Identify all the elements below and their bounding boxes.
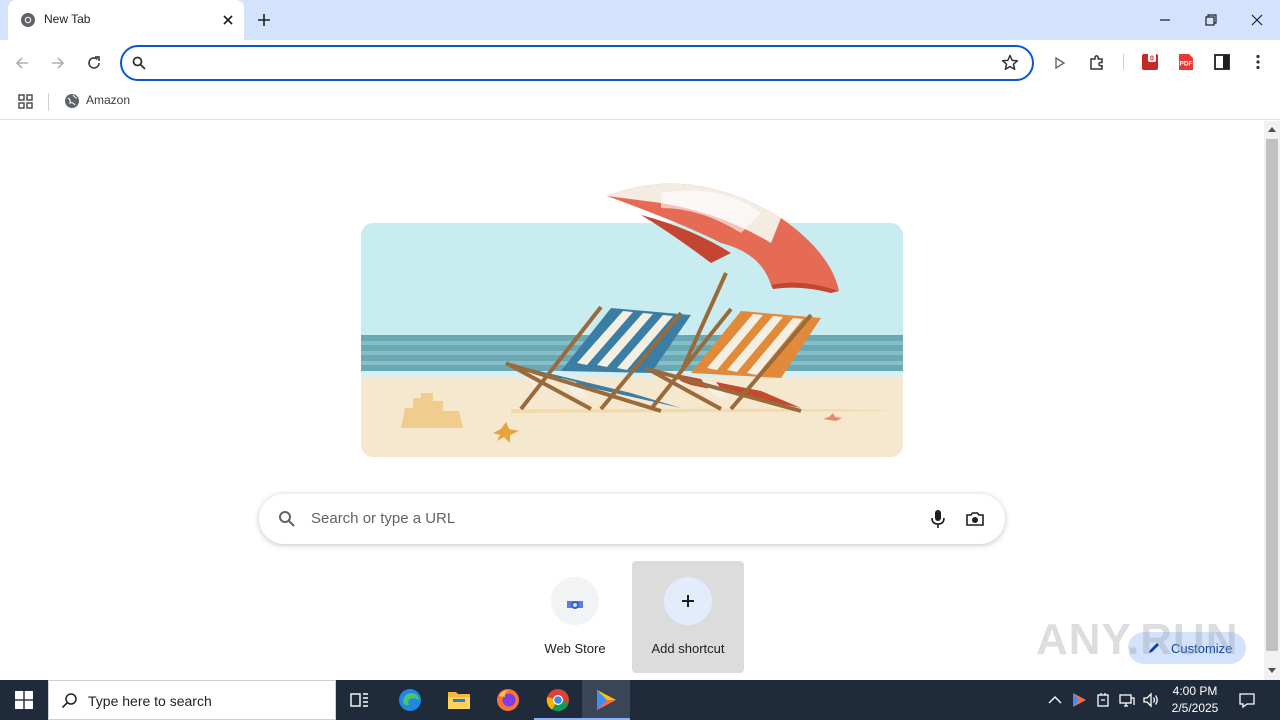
edge-icon <box>398 688 422 712</box>
toolbar: 0 PDF <box>0 40 1280 86</box>
taskbar-media-player[interactable] <box>582 680 630 720</box>
shortcut-add[interactable]: Add shortcut <box>632 561 744 673</box>
taskbar-chrome[interactable] <box>534 680 582 720</box>
taskbar-search-box[interactable]: Type here to search <box>48 680 336 720</box>
search-icon <box>278 510 296 528</box>
bookmarks-bar: Amazon <box>0 86 1280 120</box>
clock-date[interactable]: 2/5/2025 <box>1160 701 1230 715</box>
tab-title: New Tab <box>44 12 91 26</box>
notification-icon[interactable] <box>1238 691 1256 709</box>
restore-icon[interactable] <box>1201 10 1221 30</box>
toolbar-divider <box>1123 54 1124 70</box>
shortcut-label: Web Store <box>544 641 606 656</box>
scrollbar-thumb[interactable] <box>1266 139 1278 651</box>
add-shortcut-tile <box>664 577 712 625</box>
clock-time[interactable]: 4:00 PM <box>1160 684 1230 698</box>
search-placeholder: Search or type a URL <box>311 510 456 527</box>
close-window-icon[interactable] <box>1247 10 1267 30</box>
back-icon[interactable] <box>12 53 32 73</box>
scroll-up-arrow-icon[interactable] <box>1267 125 1277 133</box>
play-store-icon <box>594 688 618 712</box>
microphone-icon[interactable] <box>929 508 947 530</box>
shortcut-web-store[interactable]: Web Store <box>519 561 631 673</box>
ntp-search-box[interactable]: Search or type a URL <box>259 494 1005 544</box>
new-tab-page: Search or type a URL Web Store Add short… <box>0 121 1264 680</box>
chevron-up-icon[interactable] <box>1046 691 1064 709</box>
svg-text:PDF: PDF <box>1180 61 1193 68</box>
tab-strip: New Tab <box>0 0 1280 40</box>
media-extension-icon[interactable] <box>1050 53 1070 73</box>
taskbar-search-placeholder: Type here to search <box>88 693 212 709</box>
windows-start-icon[interactable] <box>15 691 33 709</box>
beach-doodle-image[interactable] <box>361 183 903 457</box>
taskbar-file-explorer[interactable] <box>435 680 483 720</box>
scroll-down-arrow-icon[interactable] <box>1267 667 1277 675</box>
reload-icon[interactable] <box>84 53 104 73</box>
vertical-scrollbar[interactable] <box>1264 121 1280 680</box>
speaker-icon[interactable] <box>1142 691 1160 709</box>
search-icon <box>61 692 78 709</box>
forward-icon[interactable] <box>48 53 68 73</box>
taskbar-firefox[interactable] <box>484 680 532 720</box>
firefox-icon <box>496 688 520 712</box>
network-icon[interactable] <box>1118 691 1136 709</box>
task-view-button[interactable] <box>336 680 384 720</box>
web-store-icon <box>565 593 585 613</box>
tab-new-tab[interactable]: New Tab <box>8 0 244 40</box>
tray-app-icon[interactable] <box>1070 691 1088 709</box>
more-menu-icon[interactable] <box>1248 52 1268 72</box>
taskbar-edge[interactable] <box>386 680 434 720</box>
new-tab-icon[interactable] <box>254 10 274 30</box>
pdf-extension-icon[interactable]: PDF <box>1176 52 1196 72</box>
chrome-icon <box>546 688 570 712</box>
shortcut-label: Add shortcut <box>651 641 725 656</box>
bookmark-star-icon[interactable] <box>1000 53 1020 73</box>
folder-icon <box>447 689 471 711</box>
tray-device-icon[interactable] <box>1094 691 1112 709</box>
side-panel-icon[interactable] <box>1212 52 1232 72</box>
bookmark-amazon-label: Amazon <box>86 93 131 107</box>
shield-extension-icon[interactable]: 0 <box>1140 52 1160 72</box>
search-icon <box>132 56 146 70</box>
camera-lens-icon[interactable] <box>965 509 985 529</box>
plus-icon <box>678 591 698 611</box>
watermark-text: ANY.RUN <box>1036 615 1239 664</box>
close-tab-icon[interactable] <box>220 12 236 28</box>
windows-taskbar: Type here to search 4:00 PM 2/5/2025 <box>0 680 1280 720</box>
bookmarks-divider <box>48 93 49 111</box>
web-store-tile <box>551 577 599 625</box>
puzzle-icon[interactable] <box>1087 53 1107 73</box>
chrome-icon <box>20 12 36 28</box>
minimize-icon[interactable] <box>1155 10 1175 30</box>
globe-icon <box>64 93 80 109</box>
address-bar[interactable] <box>120 45 1034 81</box>
apps-grid-icon[interactable] <box>17 93 35 111</box>
anyrun-watermark: ANY.RUN <box>1036 609 1239 665</box>
svg-text:0: 0 <box>1150 56 1154 63</box>
task-view-icon <box>350 691 370 709</box>
